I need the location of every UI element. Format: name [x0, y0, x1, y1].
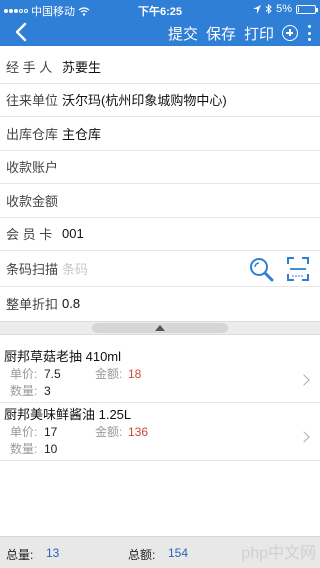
item-list: 厨邦草菇老抽 410ml 单价: 7.5 金额: 18 数量: 3 厨邦美味鲜酱…: [0, 348, 320, 461]
discount-row[interactable]: 整单折扣 0.8: [0, 287, 320, 321]
add-icon[interactable]: [282, 25, 298, 41]
warehouse-label: 出库仓库: [6, 126, 59, 142]
total-amount-label: 总额:: [128, 548, 156, 562]
collapse-handle[interactable]: [92, 323, 228, 333]
barcode-label: 条码扫描: [6, 262, 59, 277]
save-button[interactable]: 保存: [206, 23, 236, 44]
status-right: 5%: [253, 3, 318, 15]
price-label: 单价:: [10, 425, 38, 439]
member-row[interactable]: 会 员 卡 001: [0, 218, 320, 251]
location-icon: [253, 4, 262, 14]
account-row[interactable]: 收款账户: [0, 151, 320, 184]
item-name: 厨邦美味鲜酱油 1.25L: [4, 407, 132, 422]
discount-value: 0.8: [62, 296, 81, 312]
list-item[interactable]: 厨邦美味鲜酱油 1.25L 单价: 17 金额: 136 数量: 10: [0, 403, 320, 461]
total-amount-value: 154: [168, 546, 189, 560]
barcode-row: 条码扫描 条码: [0, 251, 320, 287]
search-icon[interactable]: [248, 256, 274, 282]
total-qty-value: 13: [46, 546, 60, 560]
partner-row[interactable]: 往来单位 沃尔玛(杭州印象城购物中心): [0, 84, 320, 117]
collapse-bar: [0, 321, 320, 335]
amount-value: 18: [128, 367, 142, 381]
item-qty-line: 数量: 10: [0, 441, 320, 458]
partner-value: 沃尔玛(杭州印象城购物中心): [62, 93, 227, 109]
chevron-left-icon: [15, 22, 27, 42]
total-qty-label: 总量:: [6, 548, 34, 562]
account-label: 收款账户: [6, 160, 59, 176]
qty-value: 3: [44, 384, 51, 398]
handler-row[interactable]: 经 手 人 苏要生: [0, 50, 320, 84]
amount-row[interactable]: 收款金额: [0, 184, 320, 218]
list-item[interactable]: 厨邦草菇老抽 410ml 单价: 7.5 金额: 18 数量: 3: [0, 348, 320, 403]
handler-label: 经 手 人: [6, 59, 53, 75]
order-form: 经 手 人 苏要生 往来单位 沃尔玛(杭州印象城购物中心) 出库仓库 主仓库 收…: [0, 50, 320, 321]
scan-icons: [248, 256, 310, 282]
discount-label: 整单折扣: [6, 297, 59, 313]
more-vertical-icon[interactable]: [306, 25, 312, 41]
nav-bar: 提交 保存 打印: [0, 20, 320, 46]
price-value: 17: [44, 425, 58, 439]
watermark: php中文网: [241, 545, 316, 562]
barcode-input[interactable]: 条码: [62, 259, 88, 278]
amount-label: 金额:: [95, 367, 123, 381]
print-button[interactable]: 打印: [244, 23, 274, 44]
amount-label: 收款金额: [6, 193, 59, 209]
nav-actions: 提交 保存 打印: [168, 20, 312, 46]
submit-button[interactable]: 提交: [168, 23, 198, 44]
barcode-scan-icon[interactable]: [286, 256, 310, 282]
item-name: 厨邦草菇老抽 410ml: [4, 349, 122, 364]
qty-label: 数量:: [10, 384, 38, 398]
member-label: 会 员 卡: [6, 227, 53, 243]
handler-value: 苏要生: [62, 59, 102, 75]
back-button[interactable]: [14, 22, 38, 44]
member-value: 001: [62, 226, 84, 242]
partner-label: 往来单位: [6, 93, 59, 109]
status-bar: 中国移动 下午6:25 5%: [0, 0, 320, 20]
qty-value: 10: [44, 442, 58, 456]
item-qty-line: 数量: 3: [0, 383, 320, 400]
totals-footer: 总量: 13 总额: 154 php中文网: [0, 536, 320, 568]
battery-icon: [296, 4, 318, 14]
price-label: 单价:: [10, 367, 38, 381]
price-value: 7.5: [44, 367, 61, 381]
warehouse-row[interactable]: 出库仓库 主仓库: [0, 117, 320, 151]
bluetooth-icon: [265, 4, 272, 14]
qty-label: 数量:: [10, 442, 38, 456]
item-price-line: 单价: 17 金额: 136: [0, 424, 320, 441]
amount-value: 136: [128, 425, 149, 439]
amount-label: 金额:: [95, 425, 123, 439]
warehouse-value: 主仓库: [62, 126, 102, 142]
item-price-line: 单价: 7.5 金额: 18: [0, 366, 320, 383]
battery-percent: 5%: [276, 3, 292, 15]
